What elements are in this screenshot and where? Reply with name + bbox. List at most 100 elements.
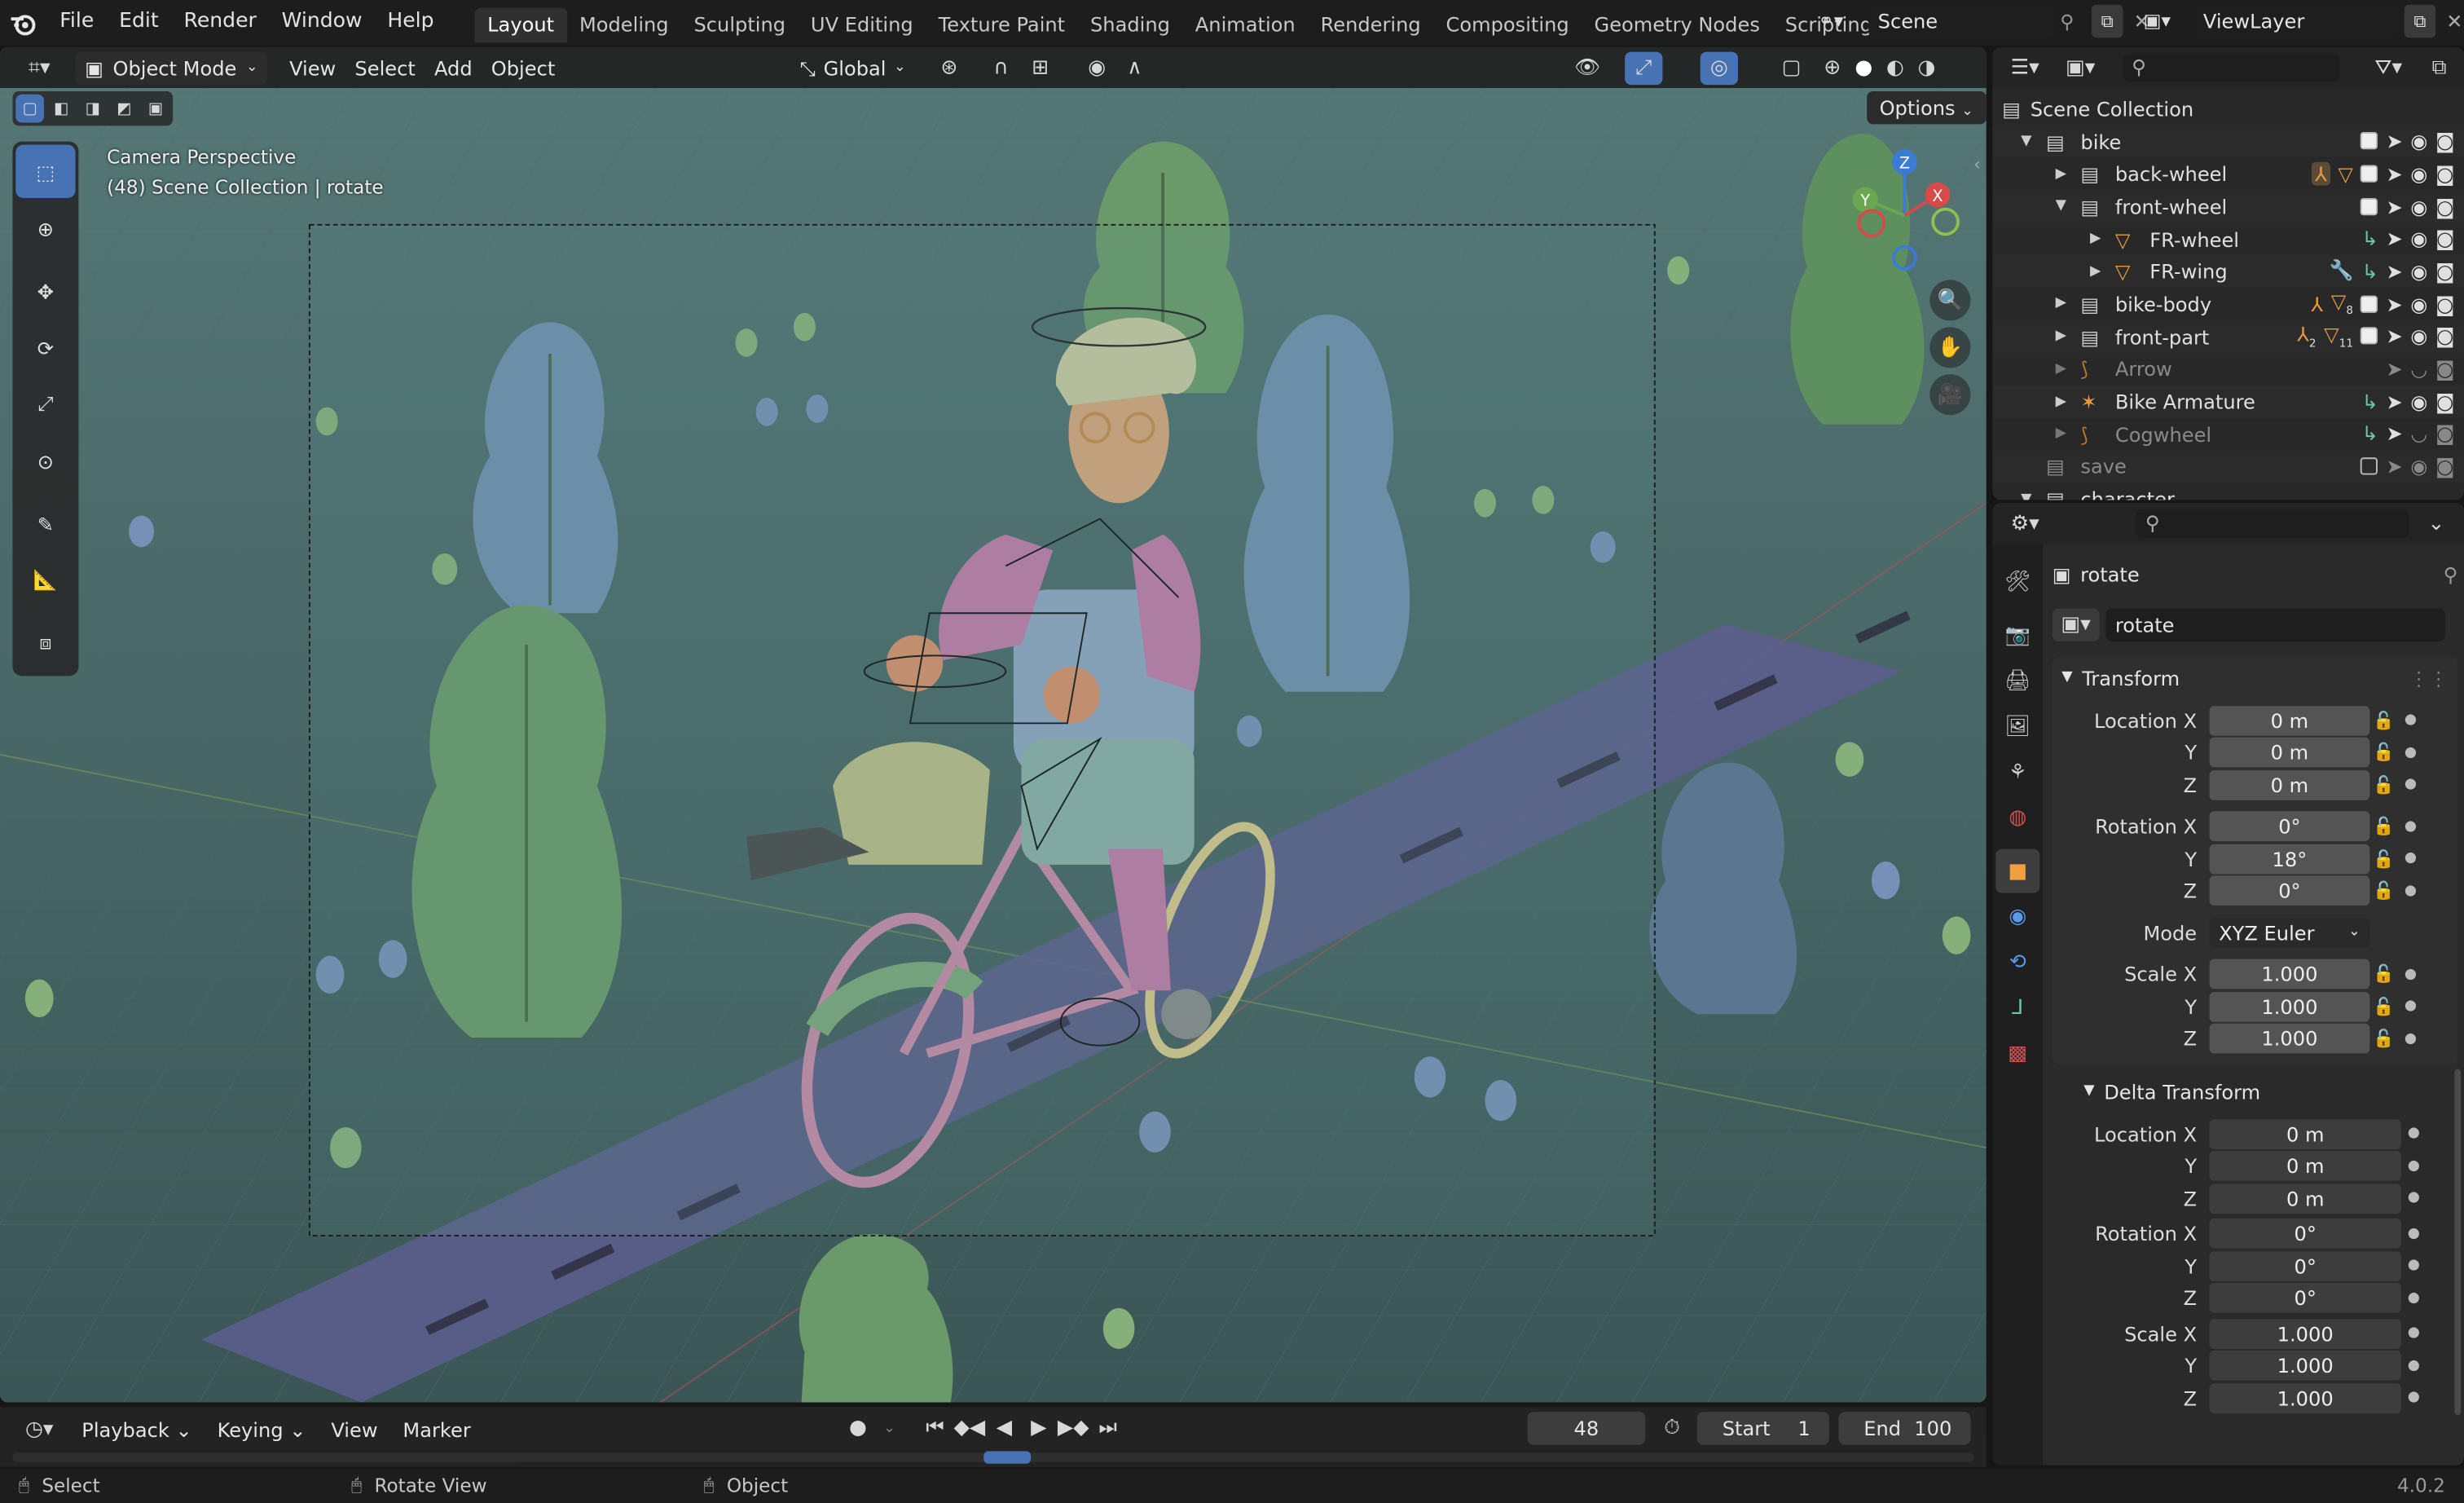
lock-icon[interactable]: 🔓 (2369, 743, 2398, 763)
snap-target-icon[interactable]: ⊞ (1022, 51, 1059, 85)
sidebar-toggle-icon[interactable]: ‹ (1973, 154, 1980, 174)
cursor-tool-icon[interactable]: ⊕ (15, 201, 75, 255)
jump-start-icon[interactable]: ⏮ (919, 1412, 951, 1445)
keyframe-dot-icon[interactable]: ● (2401, 1126, 2427, 1142)
pin-icon[interactable]: ⚲ (2444, 562, 2458, 586)
new-scene-icon[interactable]: ⧉ (2091, 4, 2123, 38)
expand-arrow-icon[interactable]: ▶ (2056, 328, 2081, 344)
object-name-field[interactable]: rotate (2105, 607, 2445, 641)
keyframe-dot-icon[interactable]: ● (2398, 851, 2423, 866)
visibility-icon[interactable]: 👁 (1569, 51, 1606, 85)
outliner-row-scene-collection[interactable]: ▤ Scene Collection (1992, 93, 2464, 126)
camera-icon[interactable]: ◙ (2435, 227, 2454, 250)
keyframe-dot-icon[interactable]: ● (2401, 1326, 2427, 1342)
select-new-icon[interactable]: ▢ (15, 94, 44, 123)
render-tab-icon[interactable]: 📷 (1995, 613, 2039, 657)
menu-add[interactable]: Add (425, 51, 482, 85)
view-layer-icon[interactable]: ▣▾ (2144, 5, 2188, 38)
delta-scale-z-field[interactable]: 1.000 (2209, 1382, 2401, 1413)
options-dropdown[interactable]: Options ⌄ (1867, 90, 1987, 125)
exclude-checkbox[interactable] (2361, 165, 2378, 183)
eye-icon[interactable]: ◉ (2410, 194, 2427, 218)
texture-tab-icon[interactable]: ▩ (1995, 1031, 2039, 1075)
keyframe-dot-icon[interactable]: ● (2398, 1031, 2423, 1047)
eye-closed-icon[interactable]: ◡ (2410, 357, 2427, 381)
menu-marker[interactable]: Marker (394, 1413, 480, 1446)
lock-icon[interactable]: 🔓 (2369, 964, 2398, 985)
expand-arrow-icon[interactable]: ▶ (2090, 264, 2115, 280)
outliner-row-back-wheel[interactable]: ▶ ▤ back-wheel ⅄ ▽ ➤ ◉ ◙ (1992, 158, 2464, 191)
timeline-editor-type-icon[interactable]: ◷▾ (12, 1413, 66, 1446)
delta-rotation-z-field[interactable]: 0° (2209, 1283, 2401, 1314)
menu-playback[interactable]: Playback ⌄ (73, 1413, 202, 1446)
play-reverse-icon[interactable]: ◀ (988, 1412, 1020, 1445)
exclude-checkbox[interactable] (2361, 197, 2378, 215)
expand-arrow-icon[interactable]: ▶ (2056, 361, 2081, 377)
transform-orientation-dropdown[interactable]: ⤡ Global ⌄ (790, 51, 915, 85)
pivot-point-icon[interactable]: ⊛ (931, 51, 968, 85)
falloff-icon[interactable]: ∧ (1115, 51, 1153, 85)
pan-hand-icon[interactable]: ✋ (1929, 327, 1971, 368)
tab-uv-editing[interactable]: UV Editing (799, 8, 926, 42)
eye-closed-icon[interactable]: ◡ (2410, 422, 2427, 446)
camera-icon[interactable]: ◙ (2435, 455, 2454, 478)
location-x-field[interactable]: 0 m (2209, 705, 2370, 736)
outliner-row-fr-wheel[interactable]: ▶ ▽ FR-wheel ↳ ➤ ◉ ◙ (1992, 223, 2464, 255)
select-arrow-icon[interactable]: ➤ (2386, 324, 2402, 348)
expand-arrow-icon[interactable]: ▶ (2056, 426, 2081, 442)
outliner-row-front-wheel[interactable]: ▼ ▤ front-wheel ➤ ◉ ◙ (1992, 190, 2464, 223)
move-tool-icon[interactable]: ✥ (15, 264, 75, 318)
scene-icon[interactable]: ⚭▾ (1818, 5, 1862, 38)
current-frame-field[interactable]: 48 (1527, 1412, 1646, 1445)
outliner-row-character[interactable]: ▼ ▤ character (1992, 483, 2464, 500)
outliner-row-cogwheel[interactable]: ▶ ⟆ Cogwheel ↳ ➤ ◡ ◙ (1992, 418, 2464, 451)
camera-icon[interactable]: ◙ (2435, 390, 2454, 413)
lock-icon[interactable]: 🔓 (2369, 881, 2398, 901)
end-frame-field[interactable]: End 100 (1838, 1412, 1971, 1445)
rotation-x-field[interactable]: 0° (2209, 811, 2370, 842)
select-invert-icon[interactable]: ◩ (110, 95, 139, 123)
transform-panel-header[interactable]: ▼ Transform ⋮⋮ (2053, 657, 2458, 698)
object-browse-icon[interactable]: ▣▾ (2052, 607, 2100, 641)
scale-z-field[interactable]: 1.000 (2209, 1024, 2370, 1054)
keyframe-dot-icon[interactable]: ● (2398, 967, 2423, 982)
chevron-down-icon[interactable]: ⌄ (878, 1412, 900, 1445)
proportional-edit-icon[interactable]: ◉ (1078, 51, 1115, 85)
menu-file[interactable]: File (47, 0, 107, 46)
scene-tab-icon[interactable]: ⚘ (1995, 750, 2039, 794)
location-z-field[interactable]: 0 m (2209, 769, 2370, 800)
menu-select[interactable]: Select (345, 51, 425, 85)
select-arrow-icon[interactable]: ➤ (2386, 227, 2402, 250)
delta-location-z-field[interactable]: 0 m (2209, 1183, 2401, 1214)
outliner-row-front-part[interactable]: ▶ ▤ front-part ⅄2 ▽11 ➤ ◉ ◙ (1992, 320, 2464, 354)
output-tab-icon[interactable]: 🖨 (1995, 659, 2039, 703)
outliner-row-bike[interactable]: ▼ ▤ bike ➤ ◉ ◙ (1992, 125, 2464, 158)
select-arrow-icon[interactable]: ➤ (2386, 455, 2402, 478)
rotate-tool-icon[interactable]: ⟳ (15, 320, 75, 374)
tab-geometry-nodes[interactable]: Geometry Nodes (1582, 8, 1772, 42)
keyframe-dot-icon[interactable]: ● (2401, 1258, 2427, 1274)
tab-layout[interactable]: Layout (474, 7, 567, 43)
xray-toggle-icon[interactable]: ▢ (1772, 51, 1810, 85)
collapse-arrow-icon[interactable]: ▼ (2056, 199, 2081, 214)
rotation-y-field[interactable]: 18° (2209, 844, 2370, 874)
new-collection-icon[interactable]: ⧉ (2424, 51, 2455, 85)
chevron-down-icon[interactable]: ⌄ (2418, 507, 2454, 540)
select-extend-icon[interactable]: ◧ (47, 95, 76, 123)
eye-icon[interactable]: ◉ (2410, 130, 2427, 153)
camera-view-icon[interactable]: 🎥 (1929, 374, 1971, 416)
play-icon[interactable]: ▶ (1023, 1412, 1054, 1445)
editor-type-icon[interactable]: ⌗▾ (12, 51, 66, 85)
pin-scene-icon[interactable]: ⚲ (2060, 11, 2085, 33)
properties-search-input[interactable]: ⚲ (2136, 509, 2409, 538)
camera-icon[interactable]: ◙ (2435, 292, 2454, 315)
lock-icon[interactable]: 🔓 (2369, 1029, 2398, 1049)
eye-icon[interactable]: ◉ (2410, 292, 2427, 315)
menu-render[interactable]: Render (171, 0, 269, 46)
delta-rotation-y-field[interactable]: 0° (2209, 1250, 2401, 1281)
tab-sculpting[interactable]: Sculpting (681, 8, 798, 42)
delta-location-y-field[interactable]: 0 m (2209, 1151, 2401, 1182)
outliner-row-bike-body[interactable]: ▶ ▤ bike-body ⅄ ▽8 ➤ ◉ ◙ (1992, 288, 2464, 320)
camera-icon[interactable]: ◙ (2435, 161, 2454, 185)
playhead[interactable] (983, 1451, 1032, 1464)
